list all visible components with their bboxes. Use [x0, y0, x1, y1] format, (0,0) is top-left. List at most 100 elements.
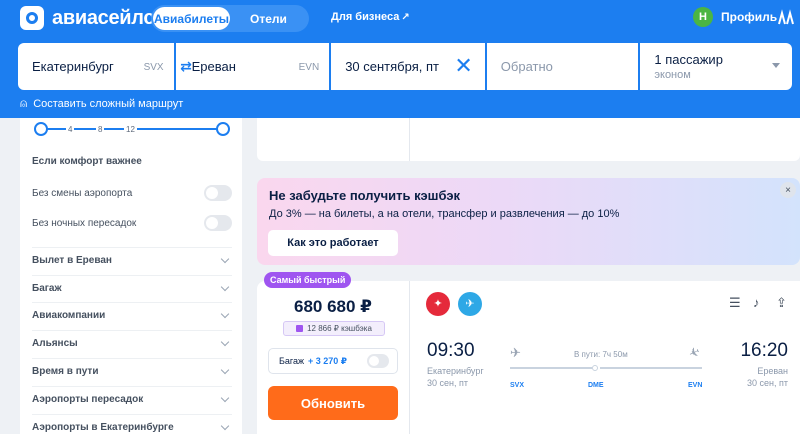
section-label: Багаж: [32, 283, 62, 294]
filter-label: Без ночных пересадок: [32, 217, 137, 229]
top-navigation: авиасейлс Авиабилеты Отели Для бизнеса ↗ …: [0, 0, 800, 36]
section-label: Авиакомпании: [32, 310, 106, 321]
filter-travel-time-section[interactable]: Время в пути: [32, 358, 232, 384]
filters-sidebar: 4 8 12 Если комфорт важнее Без смены аэр…: [20, 118, 242, 434]
product-tabs: Авиабилеты Отели: [151, 5, 309, 32]
section-label: Альянсы: [32, 338, 78, 349]
origin-code: SVX: [143, 62, 164, 73]
filter-baggage-section[interactable]: Багаж: [32, 275, 232, 301]
filter-origin-airports-section[interactable]: Аэропорты в Екатеринбурге: [32, 414, 232, 434]
chevron-down-icon: [220, 393, 230, 403]
avatar: Н: [693, 7, 713, 27]
share-icon[interactable]: ⇪: [776, 295, 787, 311]
flight-timeline: [510, 361, 702, 375]
slider-tick: 12: [124, 125, 137, 134]
arrival-date: 30 сен, пт: [747, 378, 788, 388]
filter-alliances-section[interactable]: Альянсы: [32, 330, 232, 356]
complex-route-label: Составить сложный маршрут: [33, 97, 184, 110]
search-form: Екатеринбург SVX ⇄ Ереван EVN 30 сентябр…: [18, 43, 792, 90]
ticket-card[interactable]: 680 680 ₽ 12 866 ₽ кэшбэка Багаж + 3 270…: [257, 281, 800, 434]
comfort-section-title: Если комфорт важнее: [32, 156, 142, 167]
swap-icon[interactable]: ⇄: [177, 57, 195, 75]
previous-ticket-card[interactable]: [257, 118, 800, 161]
passengers-field[interactable]: 1 пассажир эконом: [640, 43, 792, 90]
card-divider: [409, 118, 410, 161]
destination-city: Ереван: [191, 59, 236, 74]
origin-field[interactable]: Екатеринбург SVX: [18, 43, 174, 90]
slider-handle-min[interactable]: [34, 122, 48, 136]
origin-city: Екатеринбург: [32, 59, 114, 74]
flight-duration: В пути: 7ч 50м: [574, 350, 628, 359]
tab-flights[interactable]: Авиабилеты: [153, 7, 230, 30]
baggage-option[interactable]: Багаж + 3 270 ₽: [268, 348, 398, 374]
airline-logo-mark: ✦: [433, 298, 443, 310]
airline-logo-blue: ✈: [458, 292, 482, 316]
iata-destination: EVN: [688, 382, 703, 389]
fastest-badge: Самый быстрый: [264, 272, 352, 288]
return-date-field[interactable]: Обратно: [486, 43, 639, 90]
section-label: Вылет в Ереван: [32, 255, 112, 266]
slider-tick: 4: [66, 125, 75, 134]
arrival-city: Ереван: [757, 366, 788, 376]
arrival-time: 16:20: [740, 340, 788, 361]
business-link[interactable]: Для бизнеса ↗: [331, 11, 410, 23]
business-link-label: Для бизнеса: [331, 11, 400, 23]
banner-title: Не забудьте получить кэшбэк: [269, 188, 461, 203]
brand-name: авиасейлс: [52, 6, 155, 29]
baggage-price: + 3 270 ₽: [308, 355, 348, 366]
how-it-works-button[interactable]: Как это работает: [268, 230, 398, 256]
filter-airlines-section[interactable]: Авиакомпании: [32, 302, 232, 328]
chevron-down-icon: [220, 421, 230, 431]
airline-logo-mark: ✈: [465, 298, 475, 310]
more-menu-icon[interactable]: [776, 9, 796, 27]
passengers-count: 1 пассажир: [654, 52, 723, 67]
destination-code: EVN: [298, 62, 320, 73]
profile-button[interactable]: Н Профиль: [693, 7, 777, 27]
clear-date-icon[interactable]: ✕: [454, 55, 472, 77]
cashback-icon: [296, 325, 304, 332]
aviasales-logo[interactable]: авиасейлс: [20, 6, 155, 30]
profile-label: Профиль: [721, 10, 778, 24]
chevron-down-icon: [220, 282, 230, 292]
iata-origin: SVX: [510, 382, 525, 389]
destination-field[interactable]: Ереван EVN: [175, 43, 330, 90]
tab-hotels[interactable]: Отели: [230, 7, 307, 30]
iata-stop: DME: [588, 382, 604, 389]
add-to-list-icon[interactable]: ☰: [729, 295, 741, 311]
stops-duration-slider[interactable]: 4 8 12: [34, 122, 230, 136]
logo-icon: [20, 6, 44, 30]
same-airport-toggle[interactable]: [204, 185, 232, 201]
bell-icon[interactable]: ♪: [753, 295, 760, 310]
chevron-down-icon: [772, 63, 780, 68]
filter-label: Без смены аэропорта: [32, 187, 133, 199]
departure-date: 30 сен, пт: [427, 378, 468, 388]
refresh-button[interactable]: Обновить: [268, 386, 398, 420]
chevron-down-icon: [220, 309, 230, 319]
complex-route-link[interactable]: ⍝ Составить сложный маршрут: [20, 96, 183, 111]
takeoff-icon: ✈: [510, 345, 521, 360]
return-date-placeholder: Обратно: [500, 59, 553, 74]
banner-description: До 3% — на билеты, а на отели, трансфер …: [269, 208, 620, 220]
departure-time: 09:30: [427, 340, 475, 361]
ticket-divider: [409, 281, 410, 434]
no-night-stops-toggle[interactable]: [204, 215, 232, 231]
airline-logo-red: ✦: [426, 292, 450, 316]
cashback-banner: Не забудьте получить кэшбэк До 3% — на б…: [257, 178, 800, 265]
section-label: Аэропорты в Екатеринбурге: [32, 422, 174, 433]
filter-transfer-airports-section[interactable]: Аэропорты пересадок: [32, 386, 232, 412]
departure-city: Екатеринбург: [427, 366, 484, 376]
filter-departure-section[interactable]: Вылет в Ереван: [32, 247, 232, 273]
section-label: Время в пути: [32, 366, 99, 377]
departure-date-field[interactable]: 30 сентября, пт ✕: [331, 43, 485, 90]
cashback-amount: 12 866 ₽ кэшбэка: [307, 324, 372, 333]
section-label: Аэропорты пересадок: [32, 394, 144, 405]
baggage-toggle[interactable]: [367, 354, 389, 368]
close-icon[interactable]: ×: [780, 182, 796, 198]
chevron-down-icon: [220, 337, 230, 347]
timeline-segment: [600, 367, 702, 369]
cabin-class: эконом: [654, 69, 691, 81]
cashback-badge: 12 866 ₽ кэшбэка: [283, 321, 385, 336]
results-area: 4 8 12 Если комфорт важнее Без смены аэр…: [0, 118, 800, 434]
slider-handle-max[interactable]: [216, 122, 230, 136]
chevron-down-icon: [220, 365, 230, 375]
